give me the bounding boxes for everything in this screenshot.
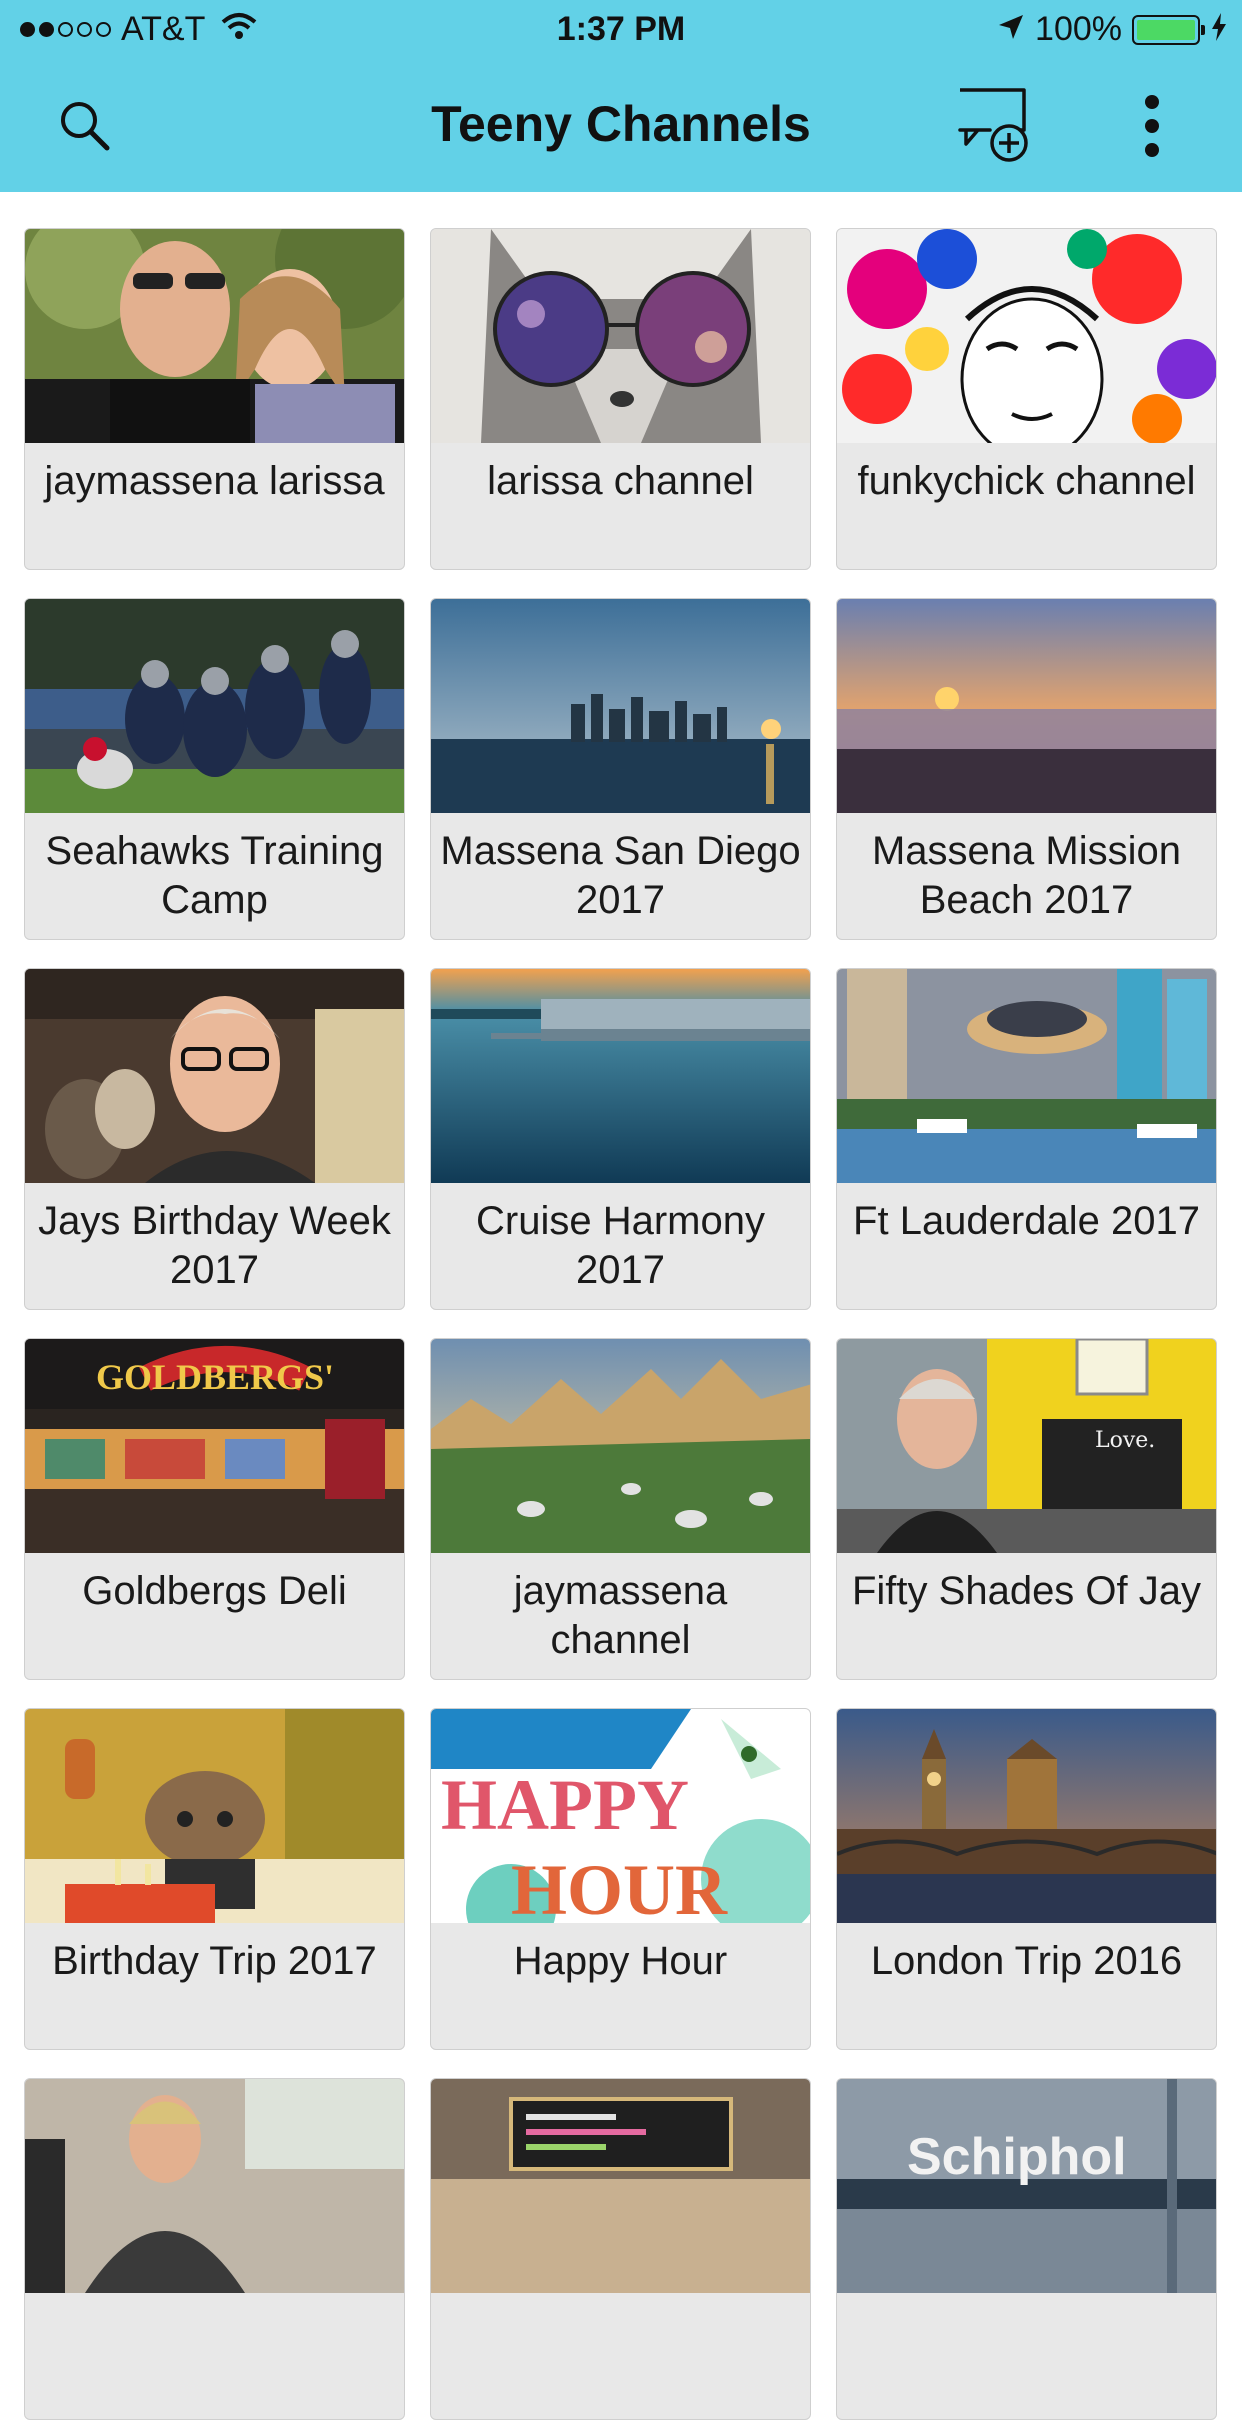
- channel-title: Ft Lauderdale 2017: [853, 1199, 1200, 1243]
- channel-tile[interactable]: Jays Birthday Week 2017: [24, 968, 405, 1310]
- channel-tile[interactable]: HAPPY HOUR Happy Hour: [430, 1708, 811, 2050]
- channel-title: jaymassena larissa: [44, 459, 385, 503]
- channel-tile[interactable]: Cruise Harmony 2017: [430, 968, 811, 1310]
- nav-bar: Teeny Channels: [0, 60, 1242, 192]
- channel-title: larissa channel: [487, 459, 754, 503]
- channel-title: Birthday Trip 2017: [52, 1939, 377, 1983]
- cafe-menu-board-photo: [431, 2079, 810, 2293]
- deli-storefront-photo: GOLDBERGS': [25, 1339, 404, 1553]
- battery-percent: 100%: [1035, 10, 1122, 48]
- channel-title: Cruise Harmony 2017: [476, 1199, 765, 1292]
- man-glasses-restaurant-photo: [25, 969, 404, 1183]
- couple-selfie-photo: [25, 229, 404, 443]
- channel-title: Massena San Diego 2017: [440, 829, 801, 922]
- channel-title: Seahawks Training Camp: [45, 829, 384, 922]
- psychedelic-art-photo: [837, 229, 1216, 443]
- cat-sunglasses-photo: [431, 229, 810, 443]
- mountain-meadow-photo: [431, 1339, 810, 1553]
- schiphol-airport-photo: Schiphol: [837, 2079, 1216, 2293]
- channel-tile[interactable]: Birthday Trip 2017: [24, 1708, 405, 2050]
- channel-tile[interactable]: Love. Fifty Shades Of Jay: [836, 1338, 1217, 1680]
- channel-title: Happy Hour: [513, 1939, 728, 1983]
- channel-tile[interactable]: larissa channel: [430, 228, 811, 570]
- more-vertical-icon: [1145, 95, 1159, 157]
- status-bar: AT&T 1:37 PM 100%: [0, 0, 1242, 60]
- chat-bubble-plus-icon: [958, 88, 1028, 162]
- channel-tile[interactable]: jaymassena larissa: [24, 228, 405, 570]
- channel-title: Goldbergs Deli: [82, 1569, 347, 1613]
- page-title: Teeny Channels: [431, 96, 811, 152]
- cruise-ship-photo: [431, 969, 810, 1183]
- location-arrow-icon: [997, 13, 1025, 46]
- menu-button[interactable]: [1112, 86, 1192, 166]
- lauderdale-waterway-photo: [837, 969, 1216, 1183]
- battery-icon: [1132, 14, 1205, 45]
- channel-tile[interactable]: [430, 2078, 811, 2420]
- hour-art-text: HOUR: [511, 1850, 728, 1923]
- channel-tile[interactable]: Massena San Diego 2017: [430, 598, 811, 940]
- schiphol-sign-text: Schiphol: [907, 2128, 1127, 2186]
- channel-tile[interactable]: Massena Mission Beach 2017: [836, 598, 1217, 940]
- channel-title: London Trip 2016: [870, 1939, 1183, 1983]
- goldbergs-sign-text: GOLDBERGS': [96, 1357, 334, 1397]
- channel-tile[interactable]: London Trip 2016: [836, 1708, 1217, 2050]
- new-chat-button[interactable]: [954, 86, 1034, 166]
- channel-tile[interactable]: jaymassena channel: [430, 1338, 811, 1680]
- channel-tile[interactable]: Seahawks Training Camp: [24, 598, 405, 940]
- beach-sunset-photo: [837, 599, 1216, 813]
- woman-cafe-photo: [25, 2079, 404, 2293]
- status-right: 100%: [997, 10, 1228, 49]
- channel-tile[interactable]: funkychick channel: [836, 228, 1217, 570]
- channel-tile[interactable]: Ft Lauderdale 2017: [836, 968, 1217, 1310]
- channel-tile[interactable]: Schiphol: [836, 2078, 1217, 2420]
- london-parliament-photo: [837, 1709, 1216, 1923]
- channel-title: jaymassena channel: [513, 1569, 728, 1662]
- cat-birthday-cake-photo: [25, 1709, 404, 1923]
- channel-title: Massena Mission Beach 2017: [871, 829, 1181, 922]
- happy-hour-art: HAPPY HOUR: [431, 1709, 810, 1923]
- channel-title: Fifty Shades Of Jay: [851, 1569, 1202, 1613]
- man-yellow-wall-photo: Love.: [837, 1339, 1216, 1553]
- channel-tile[interactable]: GOLDBERGS' Goldbergs Deli: [24, 1338, 405, 1680]
- charging-bolt-icon: [1210, 12, 1228, 47]
- football-players-photo: [25, 599, 404, 813]
- love-sign-text: Love.: [1095, 1428, 1155, 1453]
- channel-title: Jays Birthday Week 2017: [38, 1199, 391, 1292]
- app-header: AT&T 1:37 PM 100% Teeny Channels: [0, 0, 1242, 192]
- happy-art-text: HAPPY: [441, 1765, 689, 1845]
- channel-title: funkychick channel: [857, 459, 1196, 503]
- san-diego-skyline-photo: [431, 599, 810, 813]
- channel-tile[interactable]: [24, 2078, 405, 2420]
